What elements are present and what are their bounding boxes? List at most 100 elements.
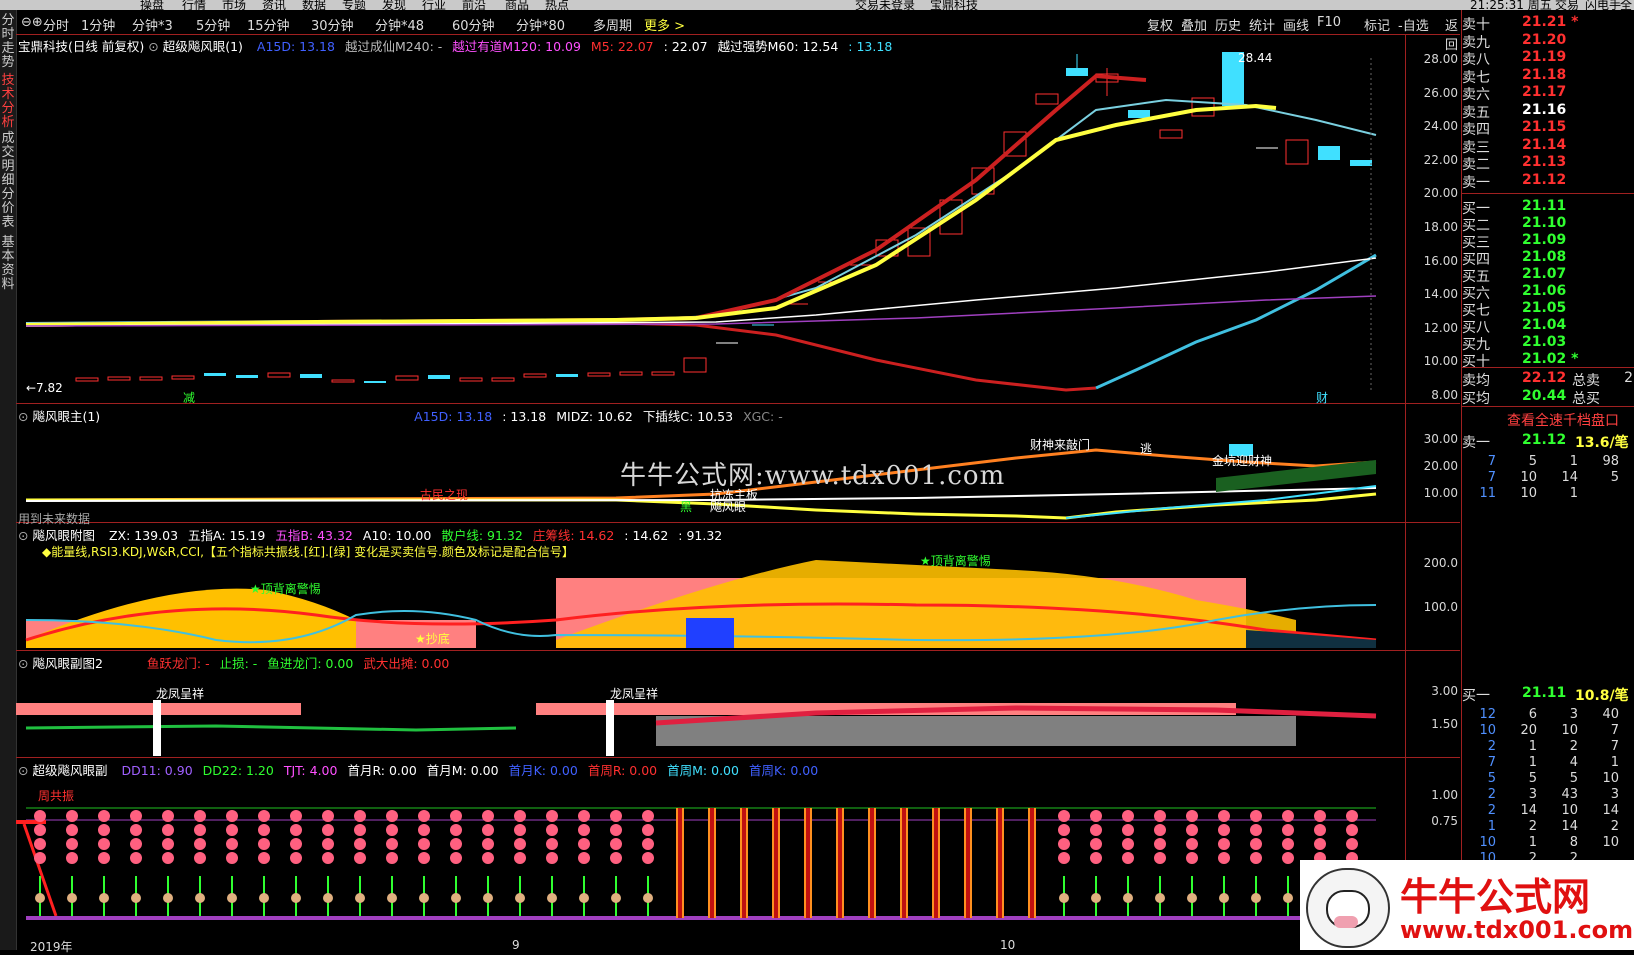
buy-level-row[interactable]: 买三 21.09 [1462,232,1634,251]
panel3-title[interactable]: 飚风眼附图 [32,528,95,543]
panel3-description: ◆能量线,RSI3.KDJ,W&R,CCI,【五个指标共振线.[红].[绿] 变… [42,545,574,559]
sell-level-row[interactable]: 卖十 21.21 * [1462,14,1634,33]
sell-level-row[interactable]: 卖一 21.12 [1462,172,1634,191]
top-menu-item[interactable]: 交易未登录 [855,0,915,10]
sell-level-row[interactable]: 卖四 21.15 [1462,119,1634,138]
signal-marker [514,824,526,836]
sell-level-row[interactable]: 卖六 21.17 [1462,84,1634,103]
signal-marker [642,838,654,850]
signal-marker [1250,838,1262,850]
signal-marker [354,810,366,822]
signal-marker [66,852,78,864]
period-button[interactable]: 分钟*3 [132,15,173,34]
toolbar-right-button[interactable]: -自选 [1398,15,1429,34]
signal-marker [1218,852,1230,864]
divider [16,403,1460,404]
period-button[interactable]: 分钟*48 [375,15,424,34]
window-icons[interactable]: ⊖⊕ [21,15,43,30]
period-button[interactable]: 分时 [43,15,69,34]
top-menu-item[interactable]: 行业 [422,0,446,10]
top-menu-item[interactable]: 21:25:31 周五 [1470,0,1552,10]
signal-marker [1058,810,1070,822]
signal-marker [354,824,366,836]
left-tab[interactable]: 成交明细 [1,132,15,188]
top-menu-item[interactable]: 发现 [382,0,406,10]
period-button[interactable]: 分钟*80 [516,15,565,34]
toolbar-right-button[interactable]: 历史 [1215,15,1241,34]
candle [364,381,386,383]
left-tab[interactable]: 技术分析 [1,74,15,130]
y-tick-label: 26.00 [1423,85,1458,100]
signal-marker [1250,824,1262,836]
top-menu-item[interactable]: 前沿 [462,0,486,10]
signal-marker [226,824,238,836]
top-menu-item[interactable]: 商品 [505,0,529,10]
indicator-value: 散户线: 91.32 [441,528,523,543]
left-tab[interactable]: 分价表 [1,188,15,230]
period-button[interactable]: 15分钟 [247,15,290,34]
left-tab[interactable]: 基本资料 [1,236,15,292]
buy-level-row[interactable]: 买七 21.05 [1462,300,1634,319]
top-menu-item[interactable]: 操盘 [140,0,164,10]
period-button[interactable]: 多周期 [593,15,632,34]
toolbar-right-button[interactable]: 叠加 [1181,15,1207,34]
period-button[interactable]: 5分钟 [196,15,230,34]
top-menu-item[interactable]: 全景 [1620,0,1634,10]
panel4-chart[interactable] [16,668,1406,757]
top-menu-item[interactable]: 数据 [302,0,326,10]
period-button[interactable]: 60分钟 [452,15,495,34]
signal-marker [98,824,110,836]
signal-marker [34,852,46,864]
left-tab[interactable]: 分时走势 [1,14,15,70]
signal-marker [226,838,238,850]
signal-marker [130,824,142,836]
buy-level-row[interactable]: 买一 21.11 [1462,198,1634,217]
buy-level-row[interactable]: 买五 21.07 [1462,266,1634,285]
sell-level-row[interactable]: 卖七 21.18 [1462,67,1634,86]
panel3-chart[interactable] [16,560,1406,650]
sell-level-row[interactable]: 卖九 21.20 [1462,32,1634,51]
divider [16,522,1460,523]
signal-marker [1154,852,1166,864]
toolbar-right-button[interactable]: 标记 [1364,15,1390,34]
top-menu-item[interactable]: 交易 [1555,0,1579,10]
buy-level-row[interactable]: 买二 21.10 [1462,215,1634,234]
buy-level-row[interactable]: 买八 21.04 [1462,317,1634,336]
candlestick-chart[interactable] [16,50,1406,403]
buy-level-row[interactable]: 买十 21.02 * [1462,351,1634,370]
top-menu-bar: 操盘 行情 市场 资讯 数据 专题 发现 行业 前沿 商品 热点 交易未登录 宝鼎科技 21:25:31 … [0,0,1634,10]
top-menu-item[interactable]: 市场 [222,0,246,10]
top-menu-item[interactable]: 热点 [545,0,569,10]
buy-level-row[interactable]: 买九 21.03 [1462,334,1634,353]
collapse-icon[interactable]: ⊙ [18,528,28,543]
sell1-summary: 卖一 21.12 13.6/笔 [1462,432,1629,451]
panel5-chart[interactable] [16,776,1406,940]
signal-marker [322,810,334,822]
buy-level-row[interactable]: 买四 21.08 [1462,249,1634,268]
signal-marker [386,810,398,822]
top-menu-item[interactable]: 行情 [182,0,206,10]
period-button[interactable]: 更多 > [644,15,685,34]
buy-level-row[interactable]: 买六 21.06 [1462,283,1634,302]
period-button[interactable]: 30分钟 [311,15,354,34]
p5-label: 周共振 [38,789,75,803]
signal-marker [450,824,462,836]
buy1-summary: 买一 21.11 10.8/笔 [1462,685,1629,704]
candle [651,371,675,376]
toolbar-right-button[interactable]: F10 [1317,15,1341,30]
toolbar-right-button[interactable]: 复权 [1147,15,1173,34]
full-book-link[interactable]: 查看全速千档盘口 [1507,410,1619,430]
top-menu-item[interactable]: 宝鼎科技 [930,0,978,10]
top-menu-item[interactable]: 闪电手 [1585,0,1621,10]
indicator-value: 庄筹线: 14.62 [532,528,615,543]
sell-level-row[interactable]: 卖八 21.19 [1462,49,1634,68]
sell-level-row[interactable]: 卖二 21.13 [1462,154,1634,173]
toolbar-right-button[interactable]: 画线 [1283,15,1309,34]
sell-level-row[interactable]: 卖三 21.14 [1462,137,1634,156]
sell-level-row[interactable]: 卖五 21.16 [1462,102,1634,121]
toolbar-right-button[interactable]: 统计 [1249,15,1275,34]
top-menu-item[interactable]: 专题 [342,0,366,10]
top-menu-item[interactable]: 资讯 [262,0,286,10]
period-button[interactable]: 1分钟 [81,15,115,34]
signal-marker [162,824,174,836]
